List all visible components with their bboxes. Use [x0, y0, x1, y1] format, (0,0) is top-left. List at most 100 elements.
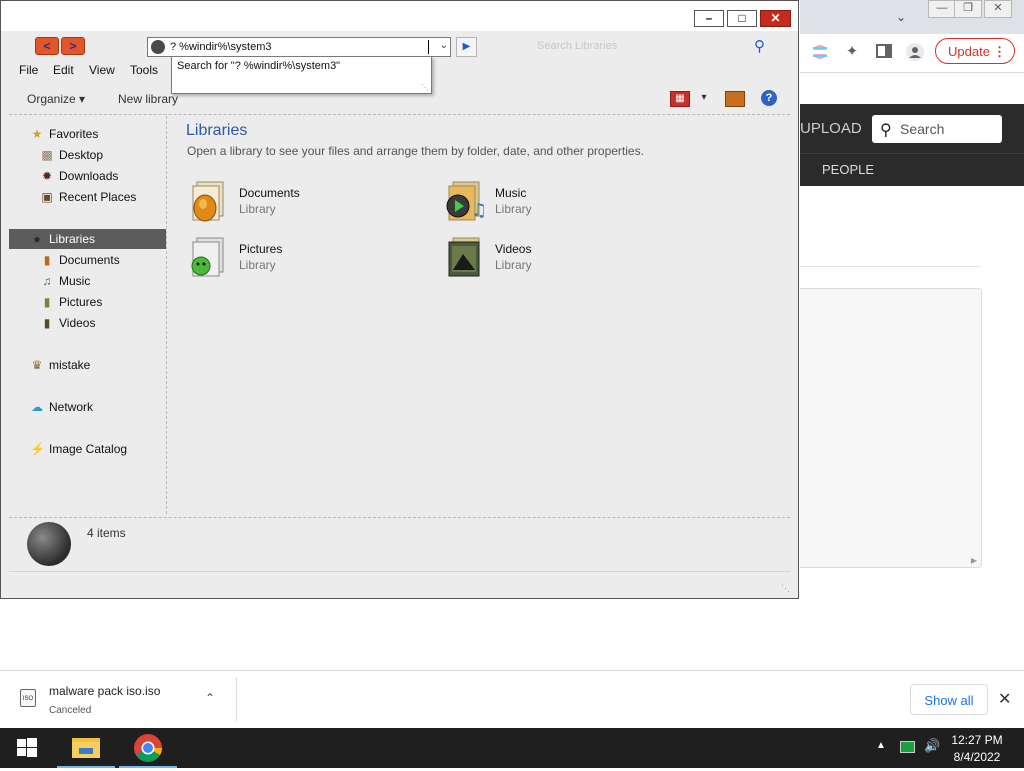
chrome-titlebar: ⌄ — ❐ ✕ — [800, 0, 1024, 34]
videos-icon: ▮ — [43, 316, 51, 330]
menu-edit[interactable]: Edit — [53, 63, 74, 77]
help-icon[interactable]: ? — [761, 90, 777, 106]
close-icon[interactable]: ✕ — [998, 689, 1011, 709]
divider — [236, 677, 237, 721]
preview-pane-icon[interactable] — [725, 91, 745, 107]
library-pictures[interactable]: Pictures Library — [189, 236, 429, 284]
chrome-restore-button[interactable]: ❐ — [954, 0, 982, 18]
nav-network[interactable]: ☁ Network — [9, 397, 166, 417]
scroll-right-icon[interactable]: ▶ — [971, 556, 977, 565]
maximize-button[interactable]: □ — [727, 10, 757, 27]
menu-file[interactable]: File — [19, 63, 38, 77]
nav-recent-places[interactable]: ▣ Recent Places — [9, 187, 166, 207]
search-suggestion-item[interactable]: Search for "? %windir%\system3" — [177, 60, 340, 72]
music-library-icon: ♫ — [446, 181, 485, 221]
clock-time[interactable]: 12:27 PM — [944, 733, 1010, 747]
nav-desktop[interactable]: ▩ Desktop — [9, 145, 166, 165]
downloads-icon: ✹ — [41, 169, 53, 183]
clock-date[interactable]: 8/4/2022 — [944, 750, 1010, 764]
libraries-icon: ● — [33, 232, 41, 246]
nav-music[interactable]: ♫ Music — [9, 271, 166, 291]
nav-image-catalog[interactable]: ⚡ Image Catalog — [9, 439, 166, 459]
nav-videos[interactable]: ▮ Videos — [9, 313, 166, 333]
resize-grip-icon[interactable]: ⋱ — [421, 83, 429, 92]
forward-button[interactable]: > — [61, 37, 85, 55]
address-suggestion-dropdown: Search for "? %windir%\system3" ⋱ — [171, 56, 432, 94]
chrome-close-button[interactable]: ✕ — [984, 0, 1012, 18]
download-shelf: ISO malware pack iso.iso Canceled ⌃ Show… — [0, 670, 1024, 729]
nav-pictures[interactable]: ▮ Pictures — [9, 292, 166, 312]
desktop-icon: ▩ — [41, 148, 53, 162]
item-count: 4 items — [87, 526, 126, 540]
homegroup-icon: ♛ — [31, 358, 43, 372]
divider — [800, 266, 980, 267]
menu-tools[interactable]: Tools — [130, 63, 158, 77]
extensions-puzzle-icon[interactable]: ✦ — [843, 43, 861, 61]
chrome-icon — [134, 734, 162, 762]
profile-avatar-icon[interactable] — [906, 43, 924, 61]
tab-dropdown-icon[interactable]: ⌄ — [896, 10, 906, 24]
taskbar-chrome[interactable] — [119, 728, 177, 768]
chrome-minimize-button[interactable]: — — [928, 0, 956, 18]
nav-downloads[interactable]: ✹ Downloads — [9, 166, 166, 186]
documents-icon: ▮ — [43, 253, 51, 267]
menu-view[interactable]: View — [89, 63, 115, 77]
navigation-pane: ★ Favorites ▩ Desktop ✹ Downloads ▣ Rece… — [9, 116, 167, 514]
taskbar: ▲ 🔊 12:27 PM 8/4/2022 — [0, 728, 1024, 768]
search-icon[interactable]: ⚲ — [754, 37, 765, 55]
network-status-icon[interactable] — [900, 741, 915, 753]
videos-library-icon — [448, 237, 480, 277]
change-view-icon[interactable]: ▦ — [670, 91, 690, 107]
chevron-up-icon[interactable]: ⌃ — [205, 691, 215, 705]
pictures-library-icon — [191, 237, 224, 277]
image-catalog-icon: ⚡ — [30, 442, 45, 456]
site-search-input[interactable]: ⚲ Search — [872, 115, 1002, 143]
update-button[interactable]: Update ⋮ — [935, 38, 1015, 64]
close-button[interactable]: ✕ — [760, 10, 791, 27]
back-button[interactable]: < — [35, 37, 59, 55]
resize-grip-icon[interactable]: ⋱ — [781, 583, 790, 594]
nav-libraries[interactable]: ● Libraries — [9, 229, 166, 249]
network-icon: ☁ — [31, 400, 43, 414]
documents-library-icon — [192, 181, 224, 222]
view-dropdown-icon[interactable]: ▾ — [695, 91, 713, 105]
start-button[interactable] — [0, 728, 54, 768]
address-dropdown-icon[interactable]: ⌄ — [440, 40, 448, 51]
new-library-button[interactable]: New library — [118, 92, 178, 106]
go-button[interactable]: ▶ — [456, 37, 477, 57]
text-caret — [428, 40, 429, 54]
nav-favorites[interactable]: ★ Favorites — [9, 124, 166, 144]
show-hidden-icons[interactable]: ▲ — [876, 740, 886, 751]
address-bar[interactable]: ? %windir%\system3 ⌄ — [147, 37, 451, 57]
extension-flag-icon[interactable] — [811, 43, 829, 61]
page-title: Libraries — [186, 122, 248, 139]
search-icon: ⚲ — [880, 122, 892, 139]
music-icon: ♫ — [42, 274, 52, 288]
nav-documents[interactable]: ▮ Documents — [9, 250, 166, 270]
download-file-name[interactable]: malware pack iso.iso — [49, 684, 160, 698]
svg-text:♫: ♫ — [471, 200, 485, 221]
side-panel-icon[interactable] — [875, 43, 893, 61]
explorer-titlebar: – □ ✕ — [1, 1, 798, 31]
show-all-button[interactable]: Show all — [910, 684, 988, 715]
star-icon: ★ — [31, 127, 43, 141]
explorer-window: – □ ✕ < > ? %windir%\system3 ⌄ ▶ Search … — [0, 0, 799, 599]
location-icon — [151, 40, 165, 54]
library-music[interactable]: ♫ Music Library — [445, 180, 685, 228]
explorer-search-input[interactable]: Search Libraries ⚲ — [529, 37, 771, 57]
organize-button[interactable]: Organize ▾ — [27, 92, 85, 106]
address-input[interactable]: ? %windir%\system3 — [170, 41, 271, 53]
taskbar-file-explorer[interactable] — [57, 728, 115, 768]
download-status: Canceled — [49, 705, 92, 716]
upload-link[interactable]: UPLOAD — [800, 120, 862, 137]
status-bar: ⋱ — [9, 571, 790, 596]
nav-mistake[interactable]: ♛ mistake — [9, 355, 166, 375]
library-videos[interactable]: Videos Library — [445, 236, 685, 284]
pictures-icon: ▮ — [43, 295, 51, 309]
library-documents[interactable]: Documents Library — [189, 180, 429, 228]
more-menu-icon: ⋮ — [993, 44, 1006, 59]
people-link[interactable]: PEOPLE — [822, 162, 874, 177]
volume-icon[interactable]: 🔊 — [924, 738, 940, 754]
minimize-button[interactable]: – — [694, 10, 724, 27]
details-pane: 4 items — [9, 517, 790, 570]
